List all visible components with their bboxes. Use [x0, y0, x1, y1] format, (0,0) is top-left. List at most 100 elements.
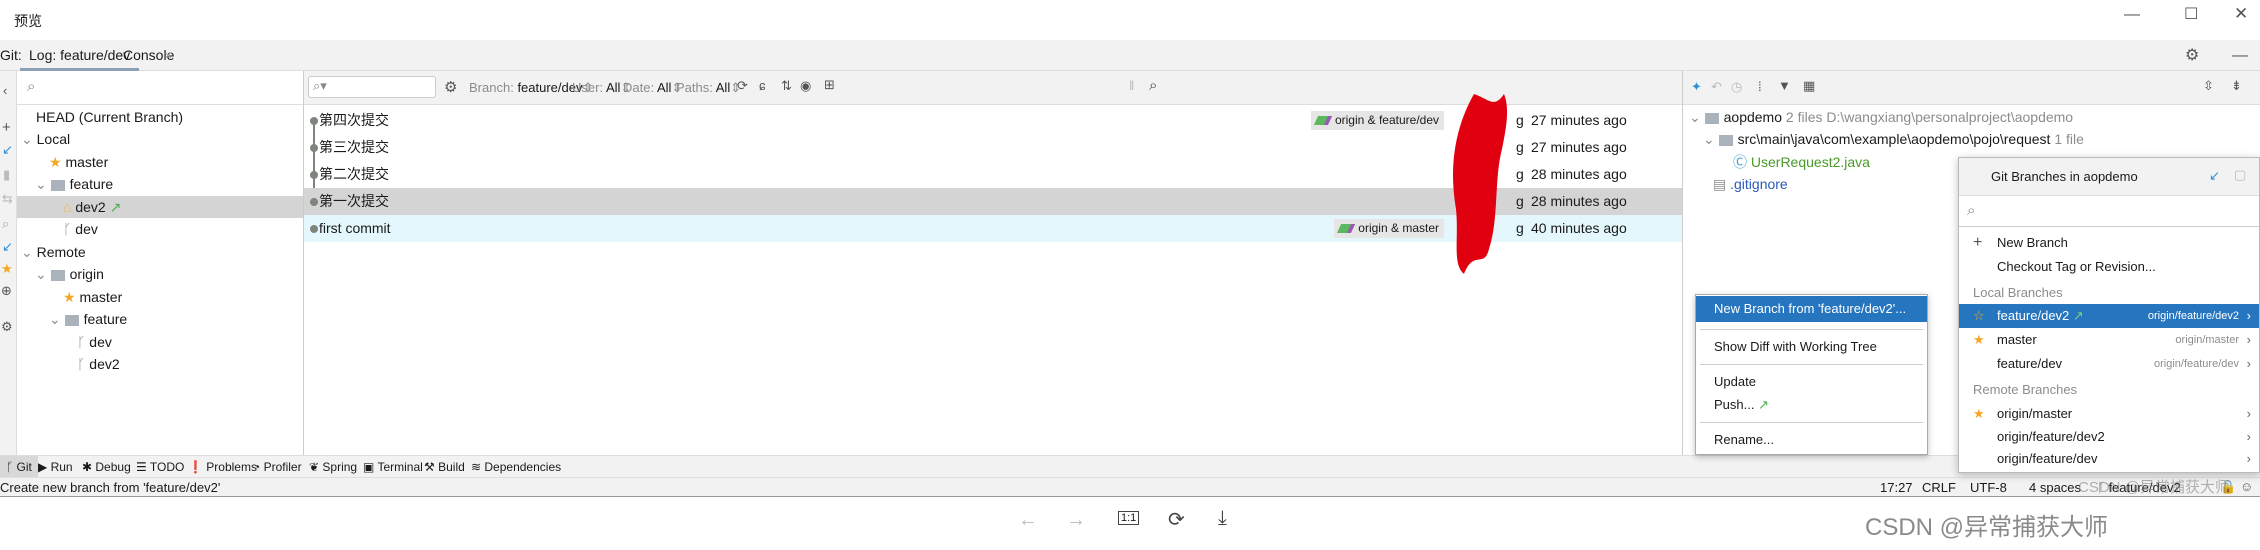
collapse-icon[interactable]: ‹ — [3, 83, 7, 98]
branch-item-origin-feature-dev2[interactable]: origin/feature/dev2 › — [1959, 425, 2259, 449]
tree-item-remote[interactable]: ⌄ Remote — [17, 241, 303, 263]
tool-problems[interactable]: ❗ Problems — [188, 456, 257, 478]
branch-search-field[interactable]: ⌕ — [17, 71, 303, 105]
download-icon[interactable]: ⤓ — [1218, 507, 1227, 530]
tree-item-origin-dev[interactable]: ᚴ dev — [17, 331, 303, 353]
history-icon[interactable]: ◷ — [1731, 79, 1742, 95]
tool-todo[interactable]: ☰ TODO — [136, 456, 184, 478]
tree-item-dev2[interactable]: ⌂ dev2 ↗ — [17, 196, 303, 218]
tool-build[interactable]: ⚒ Build — [424, 456, 465, 478]
cherry-pick-icon[interactable]: ɕ — [759, 78, 766, 93]
new-tab-icon[interactable]: ⊞ — [824, 77, 835, 93]
tree-item-origin-master[interactable]: ★ master — [17, 286, 303, 308]
search-icon[interactable]: ⌕ — [1149, 77, 1157, 94]
tab-log[interactable]: Log: feature/dev — [20, 40, 140, 71]
log-search-input[interactable]: ⌕▾ — [308, 76, 436, 98]
tool-profiler[interactable]: ◔ Profiler — [253, 456, 302, 478]
sort-icon[interactable]: ⇅ — [781, 78, 792, 94]
indent[interactable]: 4 spaces — [2029, 480, 2081, 495]
menu-item-update[interactable]: Update — [1696, 370, 1927, 394]
tool-git[interactable]: ᚴ Git — [0, 456, 38, 478]
encoding[interactable]: UTF-8 — [1970, 480, 2007, 495]
fetch-icon[interactable]: ↙ — [2209, 168, 2220, 184]
compare-icon[interactable]: ⇆ — [2, 191, 13, 207]
star-icon: ★ — [49, 154, 62, 170]
tool-spring[interactable]: ❦ Spring — [309, 456, 357, 478]
resize-icon[interactable]: ▢ — [2234, 167, 2246, 183]
navigate-icon[interactable]: ⊕ — [1, 283, 12, 299]
star-icon: ★ — [1973, 332, 1985, 347]
branch-search-input[interactable]: ⌕ — [1959, 196, 2259, 227]
hide-icon[interactable]: — — [2232, 40, 2248, 71]
changes-root[interactable]: ⌄ aopdemo 2 files D:\wangxiang\personalp… — [1683, 106, 2260, 128]
caret-position[interactable]: 17:27 — [1880, 480, 1913, 495]
tool-dependencies[interactable]: ≋ Dependencies — [471, 456, 561, 478]
refresh-icon[interactable]: ⟳ — [737, 78, 748, 94]
outgoing-arrow-icon: ↗ — [2072, 308, 2084, 323]
outgoing-arrow-icon: ↗ — [1758, 397, 1769, 412]
settings-icon[interactable]: ⚙ — [1, 319, 13, 335]
delete-icon[interactable]: ▮ — [3, 167, 10, 183]
tool-run[interactable]: ▶ Run — [38, 456, 73, 478]
gear-icon[interactable]: ⚙ — [444, 78, 457, 96]
add-icon[interactable]: + — [2, 119, 11, 136]
layout-icon[interactable]: ▦ — [1803, 78, 1815, 94]
update-icon[interactable]: ↙ — [2, 142, 13, 158]
branch-item-origin-feature-dev[interactable]: origin/feature/dev › — [1959, 447, 2259, 471]
date-filter[interactable]: Date: All⇕ — [623, 80, 682, 96]
close-icon[interactable]: ✕ — [2234, 4, 2248, 24]
close-tab-icon[interactable]: × — [164, 40, 172, 71]
outgoing-arrow-icon: ↗ — [109, 199, 122, 215]
git-branches-popup: Git Branches in aopdemo ↙ ▢ ⌕ + New Branc… — [1958, 157, 2260, 473]
tree-item-origin[interactable]: ⌄ origin — [17, 263, 303, 285]
inspector-icon[interactable]: ☺ — [2240, 479, 2253, 494]
folder-icon — [1718, 134, 1733, 146]
menu-item-push[interactable]: Push... ↗ — [1696, 393, 1927, 417]
tool-debug[interactable]: ✱ Debug — [82, 456, 131, 478]
tree-item-origin-dev2[interactable]: ᚴ dev2 — [17, 353, 303, 375]
branch-item-origin-master[interactable]: ★ origin/master › — [1959, 402, 2259, 426]
tree-item-origin-feature[interactable]: ⌄ feature — [17, 308, 303, 330]
back-arrow-icon[interactable]: ← — [1018, 509, 1038, 532]
gear-icon[interactable]: ⚙ — [2185, 40, 2199, 71]
minimize-icon[interactable]: — — [2124, 6, 2140, 24]
tree-label: master — [65, 154, 109, 170]
forward-arrow-icon[interactable]: → — [1066, 509, 1086, 532]
filter-icon[interactable]: ▼ — [1778, 78, 1791, 93]
expand-all-icon[interactable]: ⇳ — [2203, 78, 2214, 94]
menu-item-new-branch-from[interactable]: New Branch from 'feature/dev2'... — [1696, 296, 1927, 322]
eye-icon[interactable]: ◉ — [800, 78, 811, 94]
commit-date: 27 minutes ago — [1531, 112, 1627, 128]
search-icon[interactable]: ⌕ — [2, 216, 9, 232]
show-diff-icon[interactable]: ✦ — [1691, 79, 1702, 95]
menu-item-show-diff[interactable]: Show Diff with Working Tree — [1696, 335, 1927, 359]
changes-toolbar: ✦ ↶ ◷ ⁞ ▼ ▦ ⇳ ⇟ — [1683, 71, 2260, 105]
tree-item-local[interactable]: ⌄ Local — [17, 128, 303, 150]
branch-item-feature-dev[interactable]: feature/dev origin/feature/dev › — [1959, 352, 2259, 376]
title-bar: 预览 — ☐ ✕ — [0, 0, 2260, 40]
tree-item-master[interactable]: ★ master — [17, 151, 303, 173]
rotate-icon[interactable]: ⟳ — [1168, 507, 1185, 532]
revert-icon[interactable]: ↶ — [1711, 79, 1722, 95]
tree-item-dev[interactable]: ᚴ dev — [17, 218, 303, 240]
maximize-icon[interactable]: ☐ — [2184, 4, 2198, 24]
group-icon[interactable]: ⁞ — [1758, 79, 1762, 94]
paths-filter[interactable]: Paths: All⇕ — [676, 80, 741, 96]
branch-item-master[interactable]: ★ master origin/master › — [1959, 328, 2259, 352]
fetch-icon[interactable]: ↙ — [2, 239, 13, 255]
tool-terminal[interactable]: ▣ Terminal — [363, 456, 423, 478]
star-icon[interactable]: ★ — [1, 261, 13, 277]
folder-icon — [50, 269, 65, 281]
tree-label: origin — [69, 266, 104, 282]
changes-dir[interactable]: ⌄ src\main\java\com\example\aopdemo\pojo… — [1683, 128, 2260, 150]
menu-item-rename[interactable]: Rename... — [1696, 428, 1927, 452]
line-separator[interactable]: CRLF — [1922, 480, 1956, 495]
pause-icon[interactable]: ‖ — [1129, 78, 1134, 93]
tree-item-feature[interactable]: ⌄ feature — [17, 173, 303, 195]
branch-item-feature-dev2[interactable]: ☆ feature/dev2 ↗ origin/feature/dev2 › — [1959, 304, 2259, 328]
checkout-tag-action[interactable]: Checkout Tag or Revision... — [1959, 255, 2259, 279]
new-branch-action[interactable]: + New Branch — [1959, 231, 2259, 255]
tree-item-head[interactable]: HEAD (Current Branch) — [17, 106, 303, 128]
collapse-all-icon[interactable]: ⇟ — [2231, 78, 2242, 94]
actual-size-button[interactable]: 1:1 — [1118, 511, 1140, 525]
